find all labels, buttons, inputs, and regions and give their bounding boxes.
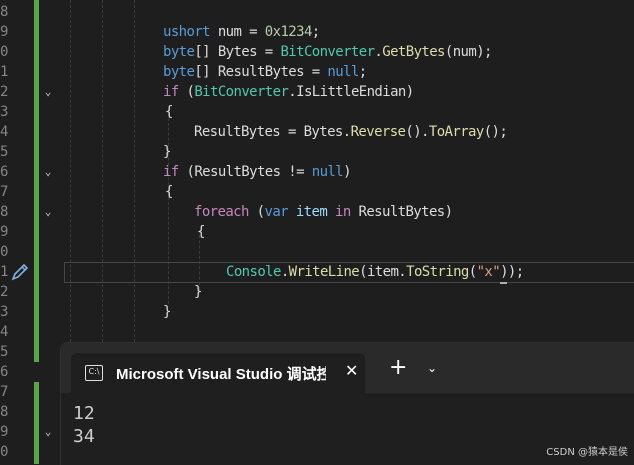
code-line: { bbox=[165, 184, 173, 200]
line-number: 9 bbox=[0, 224, 9, 240]
console-icon: C:\ bbox=[85, 365, 103, 381]
line-number: 3 bbox=[0, 304, 9, 320]
line-number: 8 bbox=[0, 204, 9, 220]
line-number: 8 bbox=[0, 4, 9, 20]
code-line: ResultBytes = Bytes.Reverse().ToArray(); bbox=[194, 124, 508, 140]
line-number: 6 bbox=[0, 364, 9, 380]
code-line: ushort num = 0x1234; bbox=[163, 24, 320, 40]
code-line: byte[] Bytes = BitConverter.GetBytes(num… bbox=[163, 44, 492, 60]
line-number: 6 bbox=[0, 164, 9, 180]
tab-debug-console[interactable]: C:\ Microsoft Visual Studio 调试控制台 ✕ bbox=[71, 353, 365, 393]
line-number: 0 bbox=[0, 244, 9, 260]
line-number: 7 bbox=[0, 384, 9, 400]
line-number: 2 bbox=[0, 84, 9, 100]
code-line: if (BitConverter.IsLittleEndian) bbox=[163, 84, 414, 100]
chevron-down-icon[interactable]: ⌄ bbox=[41, 425, 55, 439]
editor-gutter: 8 9 0 1 2 3 4 5 6 7 8 9 0 1 2 3 4 5 6 7 … bbox=[0, 0, 60, 464]
close-icon[interactable]: ✕ bbox=[345, 361, 358, 380]
line-number: 1 bbox=[0, 64, 9, 80]
pencil-icon[interactable] bbox=[10, 262, 30, 282]
line-number: 0 bbox=[0, 444, 9, 460]
line-number: 5 bbox=[0, 144, 9, 160]
tab-title: Microsoft Visual Studio 调试控制台 bbox=[116, 366, 326, 383]
line-number: 4 bbox=[0, 124, 9, 140]
code-line: byte[] ResultBytes = null; bbox=[163, 64, 367, 80]
line-number: 0 bbox=[0, 44, 9, 60]
code-line: } bbox=[163, 144, 171, 160]
chevron-down-icon[interactable]: ⌄ bbox=[427, 361, 437, 375]
code-line: } bbox=[194, 284, 202, 300]
line-number: 9 bbox=[0, 24, 9, 40]
chevron-down-icon[interactable]: ⌄ bbox=[41, 205, 55, 219]
code-line: foreach (var item in ResultBytes) bbox=[194, 204, 453, 220]
text-caret bbox=[500, 282, 507, 284]
current-line-highlight bbox=[64, 262, 634, 283]
console-output-line: 12 bbox=[73, 403, 95, 424]
line-number: 7 bbox=[0, 184, 9, 200]
line-number: 4 bbox=[0, 324, 9, 340]
change-marker bbox=[34, 382, 39, 464]
terminal-tab-bar: C:\ Microsoft Visual Studio 调试控制台 ✕ + ⌄ bbox=[61, 343, 634, 393]
new-tab-button[interactable]: + bbox=[389, 357, 407, 379]
line-number: 5 bbox=[0, 344, 9, 360]
change-marker bbox=[34, 0, 39, 362]
chevron-down-icon[interactable]: ⌄ bbox=[41, 85, 55, 99]
line-number: 8 bbox=[0, 404, 9, 420]
code-line: if (ResultBytes != null) bbox=[163, 164, 352, 180]
code-line: } bbox=[163, 304, 171, 320]
watermark: CSDN @猿本是侯 bbox=[546, 447, 628, 458]
line-number: 3 bbox=[0, 104, 9, 120]
console-output-line: 34 bbox=[73, 426, 95, 447]
code-line: { bbox=[165, 104, 173, 120]
code-line: { bbox=[197, 224, 205, 240]
chevron-down-icon[interactable]: ⌄ bbox=[41, 165, 55, 179]
line-number: 9 bbox=[0, 424, 9, 440]
line-number: 2 bbox=[0, 284, 9, 300]
